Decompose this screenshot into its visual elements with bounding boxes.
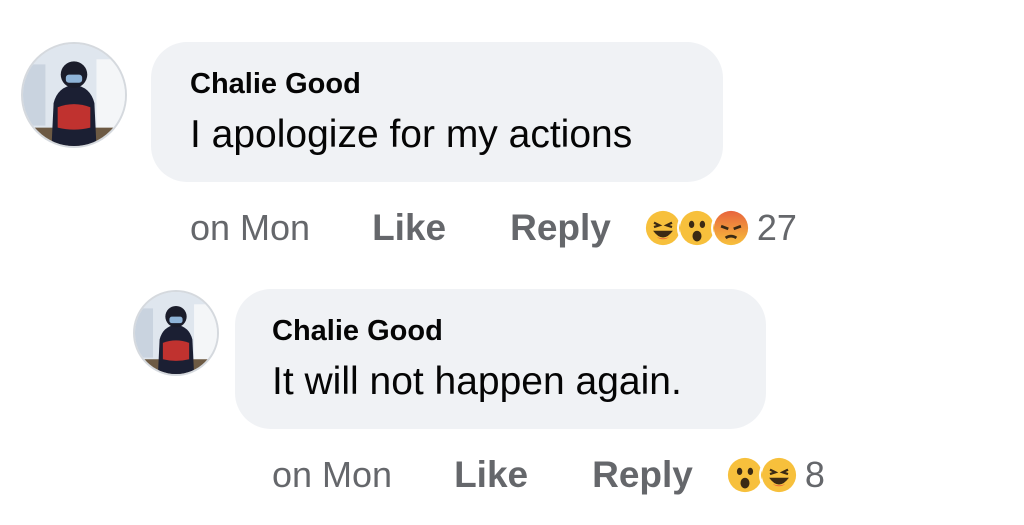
reply-button[interactable]: Reply (592, 454, 693, 496)
comment-actions: on Mon Like Reply 8 (272, 454, 825, 496)
comment-text: It will not happen again. (272, 360, 682, 403)
comment-text: I apologize for my actions (190, 113, 633, 156)
avatar[interactable] (133, 290, 219, 376)
reply-comment: Chalie Good It will not happen again. on… (0, 270, 1024, 525)
profile-photo (23, 44, 125, 146)
reactions-summary[interactable]: 27 (642, 207, 797, 249)
comment-author[interactable]: Chalie Good (190, 68, 361, 101)
comment-bubble (151, 42, 723, 182)
like-button[interactable]: Like (372, 207, 446, 249)
reply-button[interactable]: Reply (510, 207, 611, 249)
comment-author[interactable]: Chalie Good (272, 315, 443, 348)
reactions-summary[interactable]: 8 (724, 454, 825, 496)
comment: Chalie Good I apologize for my actions o… (0, 0, 1024, 270)
like-button[interactable]: Like (454, 454, 528, 496)
haha-reaction-icon (758, 455, 799, 495)
comment-actions: on Mon Like Reply 27 (190, 207, 797, 249)
comment-timestamp[interactable]: on Mon (272, 454, 392, 496)
angry-reaction-icon (710, 208, 751, 248)
comment-bubble (235, 289, 766, 429)
profile-photo (135, 292, 217, 374)
reaction-count: 8 (804, 454, 825, 495)
reaction-count: 27 (756, 207, 797, 248)
avatar[interactable] (21, 42, 127, 148)
comment-timestamp[interactable]: on Mon (190, 207, 310, 249)
